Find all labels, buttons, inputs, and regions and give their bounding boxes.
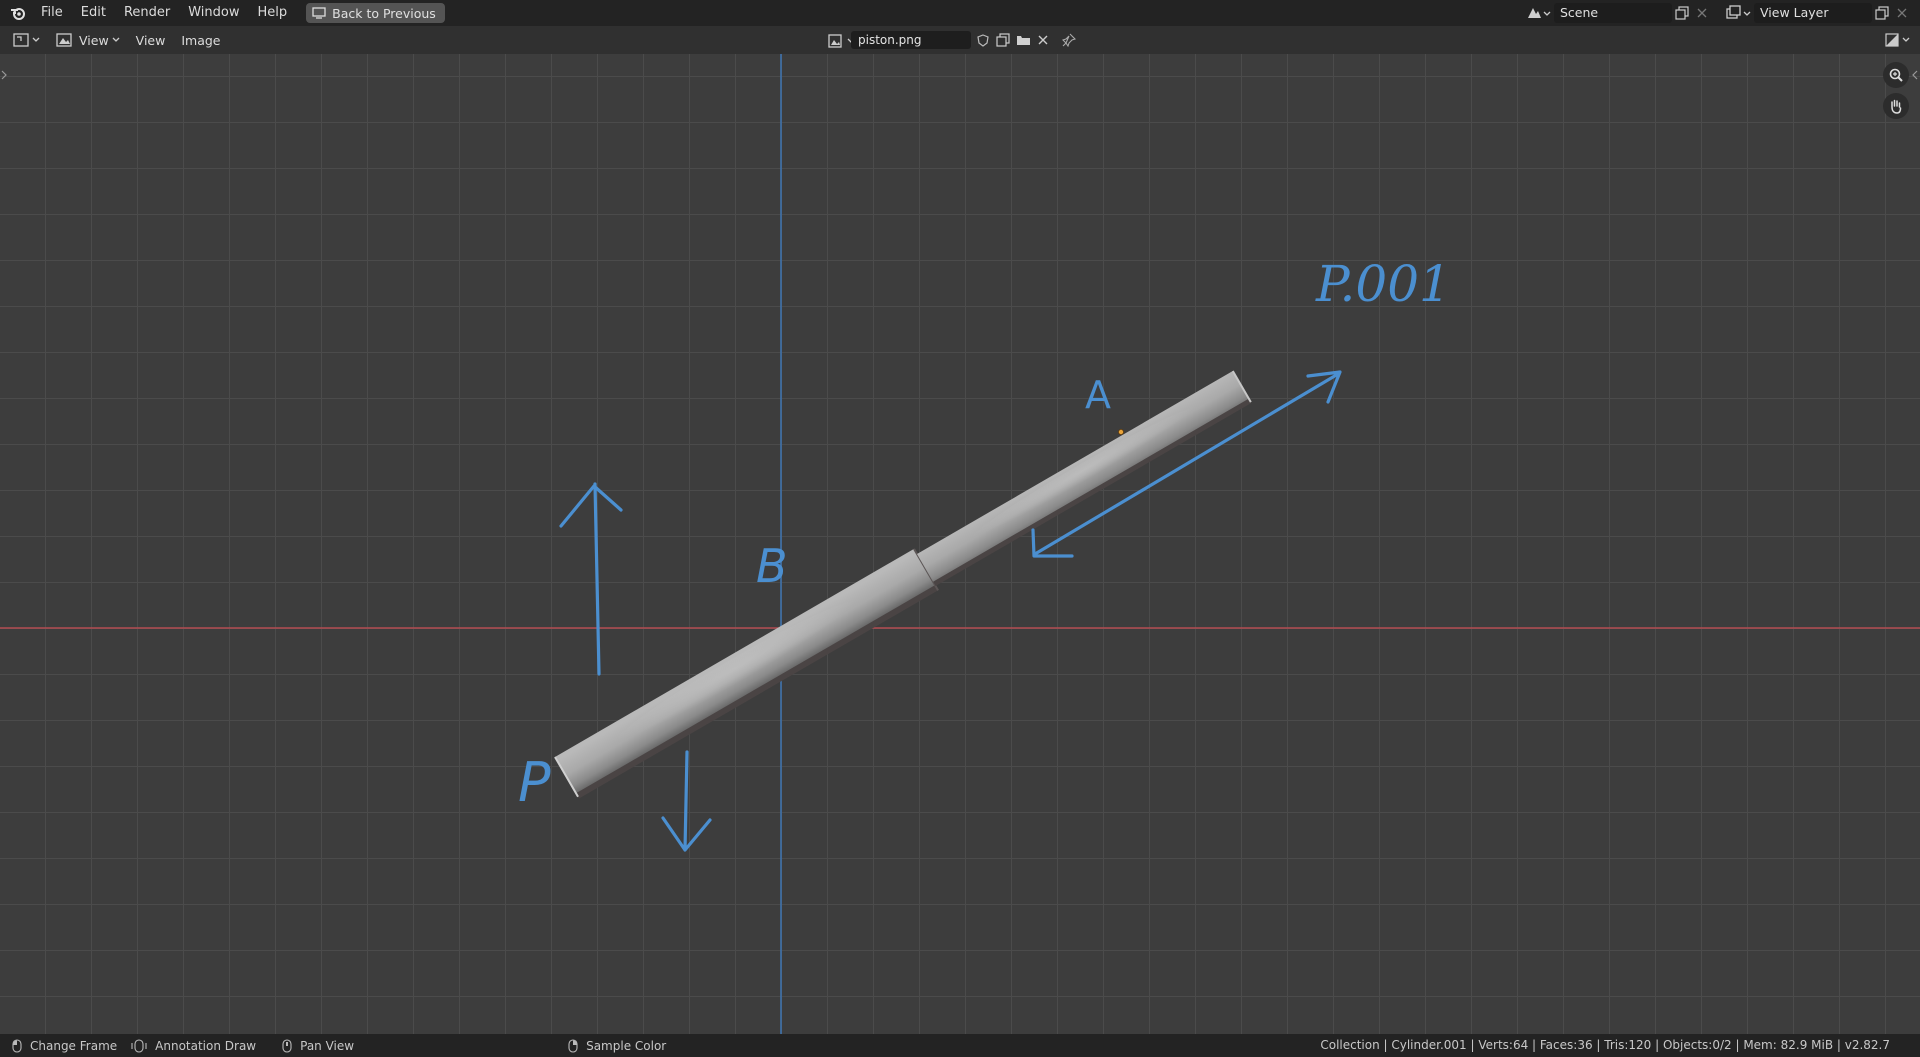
annotation-down-arrow: [661, 750, 712, 852]
menu-file[interactable]: File: [32, 0, 72, 26]
top-bar: File Edit Render Window Help Back to Pre…: [0, 0, 1920, 26]
annotation-label-a: A: [1085, 373, 1111, 417]
scene-statistics: Collection | Cylinder.001 | Verts:64 | F…: [1320, 1038, 1890, 1052]
annotation-label-p: P: [518, 751, 551, 814]
zoom-view-icon[interactable]: [1883, 62, 1909, 88]
new-image-icon[interactable]: [993, 30, 1013, 50]
chevron-down-icon: [112, 37, 120, 42]
open-image-folder-icon[interactable]: [1013, 30, 1033, 50]
back-to-previous-button[interactable]: Back to Previous: [306, 3, 445, 23]
image-editor-icon: [13, 33, 29, 47]
menu-edit[interactable]: Edit: [72, 0, 115, 26]
mouse-drag-icon: [131, 1038, 147, 1053]
hint-annotation-draw-label: Annotation Draw: [155, 1038, 257, 1053]
image-viewport[interactable]: P.001 A B P: [0, 54, 1920, 1034]
hint-pan-view: Pan View: [282, 1039, 354, 1053]
viewport-canvas: P.001 A B P: [0, 54, 1920, 1034]
mouse-middle-icon: [282, 1038, 292, 1053]
image-name-field[interactable]: piston.png: [851, 31, 971, 49]
chevron-down-icon: [1902, 37, 1910, 42]
annotation-up-arrow: [559, 482, 623, 676]
view-menu[interactable]: View: [131, 29, 171, 51]
image-menu[interactable]: Image: [176, 29, 225, 51]
menu-render[interactable]: Render: [115, 0, 179, 26]
hint-change-frame-label: Change Frame: [30, 1038, 118, 1053]
hint-sample-color-label: Sample Color: [586, 1038, 667, 1053]
back-to-previous-label: Back to Previous: [332, 5, 436, 21]
blender-logo-icon[interactable]: [0, 0, 32, 26]
pan-view-hand-icon[interactable]: [1883, 93, 1909, 119]
new-scene-icon[interactable]: [1672, 3, 1692, 23]
toolbar-expand-arrow-icon[interactable]: [1, 70, 7, 80]
pin-icon[interactable]: [1059, 30, 1079, 50]
annotation-label-b: B: [756, 539, 788, 593]
hint-sample-color: Sample Color: [568, 1039, 666, 1053]
mouse-left-icon: [12, 1038, 22, 1053]
piston-model: [554, 370, 1252, 799]
hint-pan-view-label: Pan View: [300, 1038, 355, 1053]
view-layer-name-field[interactable]: View Layer: [1754, 3, 1872, 23]
view-mode-dropdown[interactable]: View: [51, 29, 125, 51]
scene-name-field[interactable]: Scene: [1554, 3, 1672, 23]
editor-type-dropdown[interactable]: [8, 29, 45, 51]
hint-change-frame: Change Frame: [12, 1039, 117, 1053]
image-editor-header: View View Image piston.png: [0, 26, 1920, 54]
delete-view-layer-icon[interactable]: [1892, 3, 1912, 23]
display-channels-icon: [1885, 33, 1899, 47]
status-bar: Change Frame Annotation Draw Pan View Sa…: [0, 1034, 1920, 1057]
annotation-label-p001: P.001: [1315, 255, 1451, 313]
menu-help[interactable]: Help: [249, 0, 297, 26]
mouse-right-icon: [568, 1038, 578, 1053]
screen-icon: [312, 7, 326, 19]
delete-scene-icon[interactable]: [1692, 3, 1712, 23]
chevron-down-icon: [32, 37, 40, 42]
fake-user-shield-icon[interactable]: [973, 30, 993, 50]
unlink-image-icon[interactable]: [1033, 30, 1053, 50]
sidebar-expand-arrow-icon[interactable]: [1912, 70, 1918, 80]
view-layer-selector: View Layer: [1722, 2, 1912, 24]
hint-annotation-draw: Annotation Draw: [131, 1039, 256, 1053]
display-channels-dropdown[interactable]: [1880, 29, 1915, 51]
menu-window[interactable]: Window: [179, 0, 248, 26]
scene-browse-icon[interactable]: [1522, 5, 1554, 21]
image-browse-icon: [828, 34, 842, 48]
image-icon: [56, 33, 72, 47]
view-mode-label: View: [79, 32, 109, 48]
scene-selector: Scene: [1522, 2, 1712, 24]
object-origin-dot: [1118, 428, 1125, 435]
new-view-layer-icon[interactable]: [1872, 3, 1892, 23]
view-layer-browse-icon[interactable]: [1722, 5, 1754, 21]
